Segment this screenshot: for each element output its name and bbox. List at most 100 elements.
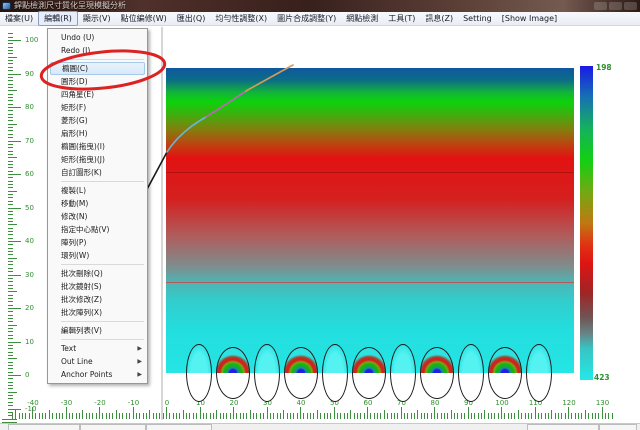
menubar-item[interactable]: 網點檢測 xyxy=(341,12,383,25)
ruler-tick xyxy=(8,372,13,373)
edit-menu-item[interactable]: 批次修改(Z) xyxy=(48,293,147,306)
menubar-item[interactable]: 圖片合成調整(Y) xyxy=(272,12,341,25)
menubar-item[interactable]: 點位編修(W) xyxy=(116,12,172,25)
menubar-item[interactable]: 工具(T) xyxy=(383,12,420,25)
ruler-tick xyxy=(531,413,532,419)
title-bar[interactable]: 銲點檢測尺寸質化呈現模擬分析 xyxy=(0,0,640,12)
ruler-tick xyxy=(106,413,107,419)
edit-menu-item[interactable]: 複製(L) xyxy=(48,184,147,197)
edit-menu-item[interactable]: Redo (I) xyxy=(48,44,147,57)
edit-menu-item[interactable]: 矩形(拖曳)(J) xyxy=(48,153,147,166)
ruler-tick xyxy=(32,407,33,419)
color-scale-bar xyxy=(580,66,593,380)
ruler-tick xyxy=(8,395,13,396)
menubar-item[interactable]: 訊息(Z) xyxy=(420,12,458,25)
ruler-tick xyxy=(571,413,572,419)
ruler-label: -30 xyxy=(61,399,72,407)
ruler-tick xyxy=(8,97,13,98)
pattern-ellipse-rainbow xyxy=(488,347,522,399)
ruler-tick xyxy=(8,335,13,336)
heatmap-image[interactable] xyxy=(166,68,574,373)
edit-menu-item[interactable]: Undo (U) xyxy=(48,31,147,44)
ruler-tick xyxy=(444,413,445,419)
ruler-tick xyxy=(186,413,187,419)
ruler-tick xyxy=(8,234,13,235)
minimize-button[interactable] xyxy=(594,2,607,10)
edit-menu-item[interactable]: Out Line▶ xyxy=(48,355,147,368)
ruler-tick xyxy=(143,413,144,419)
ruler-tick xyxy=(8,94,13,95)
ruler-tick xyxy=(8,201,13,202)
menu-separator xyxy=(61,181,144,182)
edit-menu-item[interactable]: Anchor Points▶ xyxy=(48,368,147,381)
edit-menu-item[interactable]: 移動(M) xyxy=(48,197,147,210)
maximize-button[interactable] xyxy=(609,2,622,10)
curve-segment xyxy=(145,152,167,193)
ruler-tick xyxy=(370,413,371,419)
edit-menu-item[interactable]: 編輯列表(V) xyxy=(48,324,147,337)
edit-menu-item[interactable]: 扇形(H) xyxy=(48,127,147,140)
ruler-tick xyxy=(491,413,492,419)
edit-menu-item[interactable]: Text▶ xyxy=(48,342,147,355)
ruler-tick xyxy=(334,407,335,419)
menubar-item[interactable]: Setting xyxy=(458,12,497,25)
edit-menu-item[interactable]: 圓形(D) xyxy=(48,75,147,88)
edit-menu-item[interactable]: 批次刪除(Q) xyxy=(48,267,147,280)
edit-menu-item[interactable]: 批次陣列(X) xyxy=(48,306,147,319)
menubar-item[interactable]: 均勻性調整(X) xyxy=(210,12,272,25)
edit-menu-item[interactable]: 指定中心點(V) xyxy=(48,223,147,236)
ruler-tick xyxy=(407,413,408,419)
ruler-tick xyxy=(313,413,314,419)
ruler-tick xyxy=(297,413,298,419)
ruler-tick xyxy=(391,413,392,419)
ruler-label: 80 xyxy=(25,103,34,111)
ruler-tick xyxy=(8,137,13,138)
ruler-tick xyxy=(8,77,13,78)
ruler-tick xyxy=(8,355,13,356)
ruler-tick xyxy=(166,407,167,419)
ruler-tick xyxy=(8,231,13,232)
ruler-tick xyxy=(588,413,589,419)
edit-menu-item[interactable]: 橢圓(拖曳)(I) xyxy=(48,140,147,153)
menubar-item[interactable]: 匯出(Q) xyxy=(172,12,211,25)
ruler-tick xyxy=(196,413,197,419)
ruler-tick xyxy=(8,268,13,269)
ruler-label: 10 xyxy=(25,338,34,346)
edit-menu-item[interactable]: 修改(N) xyxy=(48,210,147,223)
ruler-tick xyxy=(481,413,482,419)
ruler-tick xyxy=(457,413,458,419)
edit-menu-item[interactable]: 自訂圖形(K) xyxy=(48,166,147,179)
ruler-tick xyxy=(8,275,21,276)
submenu-arrow-icon: ▶ xyxy=(137,368,142,381)
ruler-tick xyxy=(206,413,207,419)
ruler-tick xyxy=(8,50,13,51)
ruler-tick xyxy=(8,278,13,279)
ruler-tick xyxy=(15,410,16,419)
ruler-tick xyxy=(8,100,13,101)
edit-menu-item[interactable]: 批次鏡射(S) xyxy=(48,280,147,293)
ruler-tick xyxy=(8,264,13,265)
menubar-item[interactable]: [Show Image] xyxy=(497,12,562,25)
ruler-tick xyxy=(397,413,398,419)
ruler-tick xyxy=(8,328,13,329)
edit-menu-item[interactable]: 矩形(F) xyxy=(48,101,147,114)
edit-menu-item[interactable]: 四角星(E) xyxy=(48,88,147,101)
ruler-tick xyxy=(210,413,211,419)
menubar-item[interactable]: 編輯(R) xyxy=(38,11,78,26)
ruler-tick xyxy=(8,208,21,209)
ruler-tick xyxy=(380,413,381,419)
ruler-tick xyxy=(404,413,405,419)
edit-menu-item[interactable]: 橢圓(C) xyxy=(50,62,145,75)
menubar-item[interactable]: 檔案(U) xyxy=(0,12,38,25)
menubar-item[interactable]: 顯示(V) xyxy=(78,12,116,25)
edit-menu-item[interactable]: 環列(W) xyxy=(48,249,147,262)
ruler-tick xyxy=(8,167,13,168)
pattern-ellipse-plain xyxy=(322,344,348,402)
ruler-tick xyxy=(8,248,13,249)
close-button[interactable] xyxy=(624,2,637,10)
ruler-tick xyxy=(474,413,475,419)
ruler-tick xyxy=(8,291,17,292)
edit-menu-item[interactable]: 菱形(G) xyxy=(48,114,147,127)
edit-menu-item[interactable]: 陣列(P) xyxy=(48,236,147,249)
ruler-label: -20 xyxy=(94,399,105,407)
